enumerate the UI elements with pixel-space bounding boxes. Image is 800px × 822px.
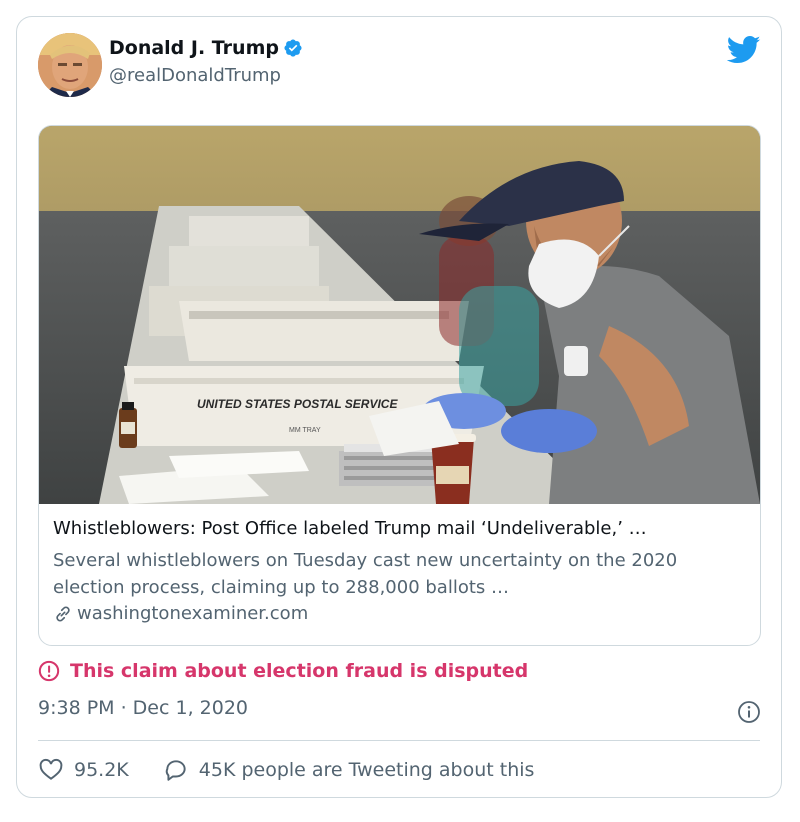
author-name[interactable]: Donald J. Trump (109, 37, 279, 59)
info-icon[interactable] (737, 700, 761, 724)
divider (38, 740, 760, 741)
card-description[interactable]: Several whistleblowers on Tuesday cast n… (53, 547, 743, 601)
card-title[interactable]: Whistleblowers: Post Office labeled Trum… (53, 518, 647, 539)
like-count: 95.2K (74, 759, 129, 781)
article-photo[interactable]: UNITED STATES POSTAL SERVICE MM TRAY (39, 126, 760, 504)
postal-bin-label: UNITED STATES POSTAL SERVICE (197, 397, 398, 411)
like-button[interactable]: 95.2K (38, 757, 129, 783)
article-photo-illustration: UNITED STATES POSTAL SERVICE MM TRAY (39, 126, 760, 504)
exclamation-circle-icon (38, 660, 60, 682)
tweet-timestamp[interactable]: 9:38 PM · Dec 1, 2020 (38, 697, 248, 719)
dispute-notice[interactable]: This claim about election fraud is dispu… (38, 660, 528, 682)
engagement-bar: 95.2K 45K people are Tweeting about this (38, 757, 534, 783)
tweet-card[interactable]: Donald J. Trump @realDonaldTrump UNITED … (16, 16, 782, 798)
reply-bubble-icon (165, 760, 186, 781)
verified-badge-icon (284, 39, 302, 57)
heart-icon (39, 758, 63, 780)
twitter-bird-icon[interactable] (727, 35, 761, 65)
dispute-text[interactable]: This claim about election fraud is dispu… (70, 660, 528, 682)
link-icon (56, 605, 70, 622)
author-handle[interactable]: @realDonaldTrump (109, 65, 281, 86)
tray-label: MM TRAY (289, 427, 321, 434)
author-name-row[interactable]: Donald J. Trump (109, 37, 303, 59)
tweeting-count: 45K people are Tweeting about this (198, 759, 535, 781)
conversation-button[interactable]: 45K people are Tweeting about this (163, 757, 535, 783)
avatar[interactable] (38, 33, 102, 97)
card-domain: washingtonexaminer.com (77, 603, 309, 624)
card-domain-row[interactable]: washingtonexaminer.com (53, 603, 308, 624)
link-preview-card[interactable]: UNITED STATES POSTAL SERVICE MM TRAY Whi… (38, 125, 761, 646)
